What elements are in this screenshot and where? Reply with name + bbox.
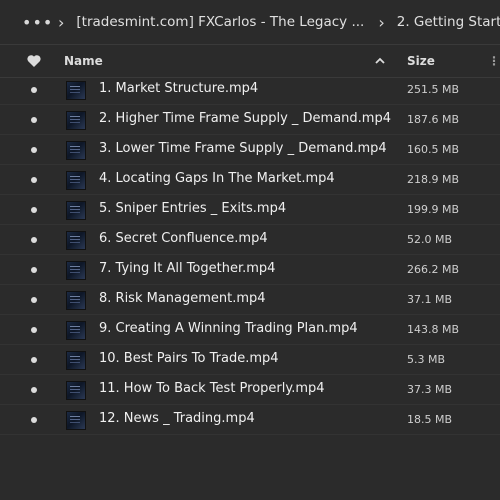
file-name[interactable]: 4. Locating Gaps In The Market.mp4 <box>99 171 335 186</box>
name-column-header[interactable]: Name <box>64 54 103 68</box>
video-thumbnail <box>66 111 86 130</box>
breadcrumb-item-current[interactable]: 2. Getting Started With The <box>397 14 500 30</box>
bullet-icon <box>31 147 37 153</box>
file-row[interactable]: 4. Locating Gaps In The Market.mp4 218.9… <box>0 165 500 195</box>
video-thumbnail <box>66 381 86 400</box>
bullet-icon <box>31 117 37 123</box>
file-row[interactable]: 6. Secret Confluence.mp4 52.0 MB <box>0 225 500 255</box>
chevron-up-icon[interactable] <box>374 55 386 67</box>
bullet-icon <box>31 207 37 213</box>
file-name[interactable]: 2. Higher Time Frame Supply _ Demand.mp4 <box>99 111 391 126</box>
file-name[interactable]: 1. Market Structure.mp4 <box>99 81 258 96</box>
bullet-icon <box>31 387 37 393</box>
breadcrumb-item-parent[interactable]: [tradesmint.com] FXCarlos - The Legacy .… <box>76 14 364 30</box>
file-name[interactable]: 6. Secret Confluence.mp4 <box>99 231 268 246</box>
file-name[interactable]: 3. Lower Time Frame Supply _ Demand.mp4 <box>99 141 387 156</box>
file-name[interactable]: 8. Risk Management.mp4 <box>99 291 266 306</box>
file-list-header: Name Size ⋮ <box>0 44 500 78</box>
file-size: 37.1 MB <box>407 293 453 306</box>
file-size: 218.9 MB <box>407 173 460 186</box>
file-row[interactable]: 12. News _ Trading.mp4 18.5 MB <box>0 405 500 435</box>
video-thumbnail <box>66 231 86 250</box>
bullet-icon <box>31 177 37 183</box>
file-row[interactable]: 5. Sniper Entries _ Exits.mp4 199.9 MB <box>0 195 500 225</box>
file-size: 37.3 MB <box>407 383 453 396</box>
chevron-right-icon: › <box>378 12 385 32</box>
video-thumbnail <box>66 261 86 280</box>
video-thumbnail <box>66 171 86 190</box>
bullet-icon <box>31 87 37 93</box>
video-thumbnail <box>66 321 86 340</box>
bullet-icon <box>31 357 37 363</box>
file-row[interactable]: 3. Lower Time Frame Supply _ Demand.mp4 … <box>0 135 500 165</box>
video-thumbnail <box>66 351 86 370</box>
bullet-icon <box>31 267 37 273</box>
file-size: 266.2 MB <box>407 263 460 276</box>
heart-icon[interactable] <box>26 53 42 69</box>
bullet-icon <box>31 417 37 423</box>
file-name[interactable]: 9. Creating A Winning Trading Plan.mp4 <box>99 321 358 336</box>
video-thumbnail <box>66 201 86 220</box>
file-name[interactable]: 7. Tying It All Together.mp4 <box>99 261 275 276</box>
file-row[interactable]: 11. How To Back Test Properly.mp4 37.3 M… <box>0 375 500 405</box>
column-options-button[interactable]: ⋮ <box>488 54 500 68</box>
bullet-icon <box>31 297 37 303</box>
file-size: 52.0 MB <box>407 233 453 246</box>
file-row[interactable]: 2. Higher Time Frame Supply _ Demand.mp4… <box>0 105 500 135</box>
chevron-right-icon: › <box>58 12 65 32</box>
file-row[interactable]: 7. Tying It All Together.mp4 266.2 MB <box>0 255 500 285</box>
video-thumbnail <box>66 81 86 100</box>
file-row[interactable]: 8. Risk Management.mp4 37.1 MB <box>0 285 500 315</box>
file-list: 1. Market Structure.mp4 251.5 MB 2. High… <box>0 75 500 435</box>
file-size: 18.5 MB <box>407 413 453 426</box>
video-thumbnail <box>66 411 86 430</box>
file-row[interactable]: 1. Market Structure.mp4 251.5 MB <box>0 75 500 105</box>
bullet-icon <box>31 327 37 333</box>
file-row[interactable]: 9. Creating A Winning Trading Plan.mp4 1… <box>0 315 500 345</box>
file-size: 187.6 MB <box>407 113 460 126</box>
file-name[interactable]: 5. Sniper Entries _ Exits.mp4 <box>99 201 286 216</box>
breadcrumb: ••• › [tradesmint.com] FXCarlos - The Le… <box>0 0 500 44</box>
file-size: 143.8 MB <box>407 323 460 336</box>
bullet-icon <box>31 237 37 243</box>
size-column-header[interactable]: Size <box>407 54 435 68</box>
video-thumbnail <box>66 141 86 160</box>
video-thumbnail <box>66 291 86 310</box>
file-size: 5.3 MB <box>407 353 446 366</box>
file-size: 199.9 MB <box>407 203 460 216</box>
more-folders-button[interactable]: ••• <box>22 13 52 32</box>
file-name[interactable]: 10. Best Pairs To Trade.mp4 <box>99 351 279 366</box>
file-row[interactable]: 10. Best Pairs To Trade.mp4 5.3 MB <box>0 345 500 375</box>
file-name[interactable]: 11. How To Back Test Properly.mp4 <box>99 381 325 396</box>
file-name[interactable]: 12. News _ Trading.mp4 <box>99 411 255 426</box>
file-size: 251.5 MB <box>407 83 460 96</box>
file-size: 160.5 MB <box>407 143 460 156</box>
